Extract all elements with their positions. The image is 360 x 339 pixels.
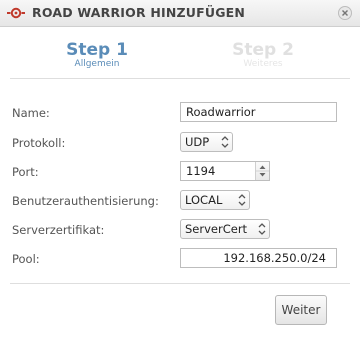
title-bar[interactable]: ROAD WARRIOR HINZUFÜGEN: [0, 0, 360, 27]
footer-divider: [10, 283, 350, 284]
auth-select[interactable]: LOCAL: [180, 190, 250, 210]
name-label: Name:: [12, 106, 50, 120]
cert-select[interactable]: ServerCert: [180, 219, 270, 239]
protokoll-value: UDP: [185, 135, 210, 149]
header-divider: [10, 78, 350, 79]
close-icon[interactable]: [338, 6, 352, 20]
auth-value: LOCAL: [185, 193, 223, 207]
up-down-arrow-icon: [258, 223, 266, 235]
port-spinner[interactable]: [255, 162, 269, 180]
pool-field[interactable]: 192.168.250.0/24: [180, 248, 337, 268]
cert-value: ServerCert: [185, 222, 248, 236]
name-field[interactable]: Roadwarrior: [180, 102, 337, 122]
port-label: Port:: [12, 165, 39, 179]
protokoll-select[interactable]: UDP: [180, 132, 233, 152]
step-2-subtitle: Weiteres: [243, 59, 283, 69]
port-field[interactable]: 1194: [180, 161, 270, 181]
up-down-arrow-icon: [221, 136, 229, 148]
dialog-title: ROAD WARRIOR HINZUFÜGEN: [32, 5, 246, 20]
next-button[interactable]: Weiter: [275, 295, 327, 325]
protokoll-label: Protokoll:: [12, 136, 66, 150]
auth-label: Benutzerauthentisierung:: [12, 194, 159, 208]
road-warrior-icon: [7, 7, 25, 19]
step-1-subtitle: Allgemein: [74, 59, 120, 69]
step-2-title: Step 2: [232, 40, 294, 60]
pool-value: 192.168.250.0/24: [223, 251, 326, 265]
step-1-indicator: Step 1 Allgemein: [52, 40, 142, 69]
step-1-title: Step 1: [66, 40, 128, 60]
port-value: 1194: [186, 164, 216, 178]
step-2-indicator: Step 2 Weiteres: [218, 40, 308, 69]
spinner-arrows-icon: [256, 165, 269, 177]
pool-label: Pool:: [12, 252, 40, 266]
cert-label: Serverzertifikat:: [12, 223, 105, 237]
name-value: Roadwarrior: [186, 105, 256, 119]
up-down-arrow-icon: [238, 194, 246, 206]
add-road-warrior-dialog: ROAD WARRIOR HINZUFÜGEN Step 1 Allgemein…: [0, 0, 360, 339]
